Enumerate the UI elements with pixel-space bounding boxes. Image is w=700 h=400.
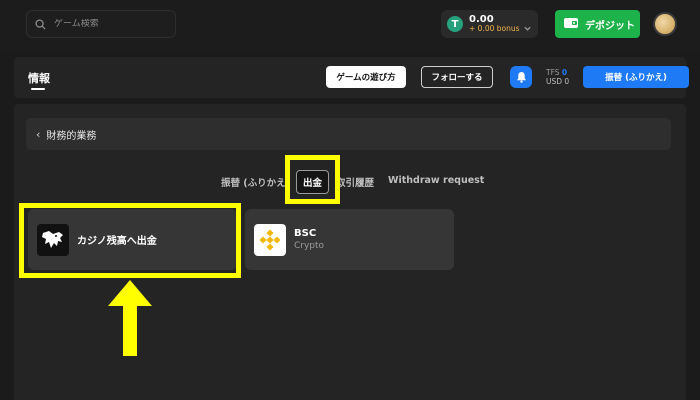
up-arrow-annotation (108, 280, 152, 356)
usd-balance: USD 0 (546, 77, 570, 87)
avatar[interactable] (653, 12, 677, 36)
search-icon (35, 15, 46, 34)
tab-transfer[interactable]: 振替 (ふりかえ (221, 175, 286, 189)
tether-icon: T (447, 16, 463, 32)
deposit-label: デポジット (585, 20, 635, 32)
finance-tabs: 振替 (ふりかえ 取引履歴 Withdraw request 出金 (14, 170, 686, 194)
bell-icon (516, 68, 527, 87)
binance-icon (254, 223, 286, 256)
tab-info[interactable]: 情報 (28, 70, 50, 86)
top-bar: T 0.00 + 0.00 bonus デポジット (0, 0, 700, 50)
tfs-balance: TFS 0 USD 0 (546, 68, 569, 87)
tfs-value: 0 (561, 68, 568, 77)
wallet-icon (563, 17, 579, 32)
notification-button[interactable] (510, 66, 532, 88)
bsc-crypto-card[interactable]: BSC Crypto (245, 209, 454, 270)
search-input[interactable] (54, 19, 154, 29)
bonus-amount: + 0.00 bonus (469, 24, 520, 34)
breadcrumb-title: 財務的業務 (46, 130, 97, 142)
tfs-label: TFS (546, 68, 560, 77)
search-box[interactable] (26, 10, 176, 38)
active-tab-indicator (31, 88, 45, 90)
tab-history[interactable]: 取引履歴 (336, 175, 374, 189)
highlight-casino-card (19, 203, 241, 278)
back-arrow-icon[interactable]: ‹ (36, 128, 40, 141)
transfer-button[interactable]: 振替 (ふりかえ) (583, 66, 689, 88)
follow-button[interactable]: フォローする (421, 66, 493, 88)
how-to-play-button[interactable]: ゲームの遊び方 (326, 66, 406, 88)
deposit-button[interactable]: デポジット (555, 10, 640, 38)
tab-withdraw-request[interactable]: Withdraw request (388, 175, 484, 186)
chevron-down-icon (523, 18, 532, 37)
breadcrumb[interactable]: ‹ 財務的業務 (26, 118, 671, 150)
method-subtitle: Crypto (294, 241, 325, 251)
method-title: BSC (294, 228, 317, 239)
balance-selector[interactable]: T 0.00 + 0.00 bonus (441, 10, 538, 38)
highlight-withdraw-tab (285, 155, 340, 204)
sub-header: 情報 ゲームの遊び方 フォローする TFS 0 USD 0 振替 (ふりかえ) (14, 57, 689, 98)
